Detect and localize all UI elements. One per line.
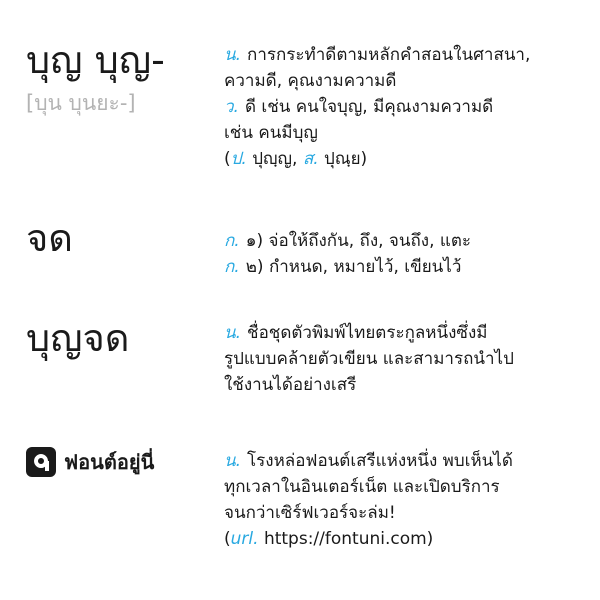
pos-label: ว.: [224, 97, 239, 117]
definition-text: ดี เช่น คนใจบุญ, มีคุณงามความดี: [244, 97, 494, 117]
etymology-sanskrit-word: ปุณฺย): [324, 149, 368, 169]
url-link[interactable]: https://fontuni.com): [264, 529, 433, 549]
entry-definitions: ก. ๑) จ่อให้ถึงกัน, ถึง, จนถึง, แตะ ก. ๒) …: [224, 228, 584, 280]
etymology-pali-word: ปุญฺญ,: [252, 149, 298, 169]
definition-line: จนกว่าเซิร์ฟเวอร์จะล่ม!: [224, 500, 584, 526]
definition-line: ก. ๑) จ่อให้ถึงกัน, ถึง, จนถึง, แตะ: [224, 228, 584, 254]
definition-text: รูปแบบคล้ายตัวเขียน และสามารถนำไป: [224, 349, 514, 369]
definition-line: ทุกเวลาในอินเตอร์เน็ต และเปิดบริการ: [224, 474, 584, 500]
entry-term: บุญ บุญ-: [26, 38, 165, 82]
entry-definitions: น. การกระทำดีตามหลักคำสอนในศาสนา, ความดี,…: [224, 42, 584, 172]
etymology-sanskrit-label: ส.: [302, 149, 319, 169]
definition-text: ๒) กำหนด, หมายไว้, เขียนไว้: [245, 257, 462, 277]
etymology-open: (: [224, 149, 231, 169]
pos-label: น.: [224, 451, 242, 471]
definition-line: ความดี, คุณงามความดี: [224, 68, 584, 94]
etymology-line: (ป. ปุญฺญ, ส. ปุณฺย): [224, 146, 584, 172]
definition-line: น. ชื่อชุดตัวพิมพ์ไทยตระกูลหนึ่งซึ่งมี: [224, 320, 584, 346]
definition-text: ความดี, คุณงามความดี: [224, 71, 397, 91]
pos-label: น.: [224, 45, 242, 65]
definition-line: น. โรงหล่อฟอนต์เสรีแห่งหนึ่ง พบเห็นได้: [224, 448, 584, 474]
definition-text: ๑) จ่อให้ถึงกัน, ถึง, จนถึง, แตะ: [245, 231, 472, 251]
definition-text: ทุกเวลาในอินเตอร์เน็ต และเปิดบริการ: [224, 477, 500, 497]
definition-line: เช่น คนมีบุญ: [224, 120, 584, 146]
entry-term: จด: [26, 216, 73, 260]
entry-definitions: น. ชื่อชุดตัวพิมพ์ไทยตระกูลหนึ่งซึ่งมี รู…: [224, 320, 584, 398]
definition-line: ว. ดี เช่น คนใจบุญ, มีคุณงามความดี: [224, 94, 584, 120]
pos-label: ก.: [224, 257, 240, 277]
fontuni-logo-icon: [26, 447, 56, 477]
definition-text: เช่น คนมีบุญ: [224, 123, 318, 143]
entry-term: บุญจด: [26, 316, 130, 360]
brand-name: ฟอนต์อยู่นี่: [64, 450, 155, 474]
definition-text: จนกว่าเซิร์ฟเวอร์จะล่ม!: [224, 503, 396, 523]
definition-line: ใช้งานได้อย่างเสรี: [224, 372, 584, 398]
etymology-pali-label: ป.: [230, 149, 247, 169]
definition-line: น. การกระทำดีตามหลักคำสอนในศาสนา,: [224, 42, 584, 68]
url-label: url.: [230, 529, 259, 549]
url-open: (: [224, 529, 231, 549]
definition-text: การกระทำดีตามหลักคำสอนในศาสนา,: [247, 45, 531, 65]
url-line: (url. https://fontuni.com): [224, 526, 584, 552]
definition-line: ก. ๒) กำหนด, หมายไว้, เขียนไว้: [224, 254, 584, 280]
brand: ฟอนต์อยู่นี่: [26, 446, 154, 478]
pos-label: ก.: [224, 231, 240, 251]
entry-definitions: น. โรงหล่อฟอนต์เสรีแห่งหนึ่ง พบเห็นได้ ทุ…: [224, 448, 584, 552]
definition-text: โรงหล่อฟอนต์เสรีแห่งหนึ่ง พบเห็นได้: [247, 451, 513, 471]
definition-text: ใช้งานได้อย่างเสรี: [224, 375, 357, 395]
definition-text: ชื่อชุดตัวพิมพ์ไทยตระกูลหนึ่งซึ่งมี: [247, 323, 488, 343]
entry-pronunciation: [บุน บุนยะ-]: [26, 91, 136, 115]
pos-label: น.: [224, 323, 242, 343]
definition-line: รูปแบบคล้ายตัวเขียน และสามารถนำไป: [224, 346, 584, 372]
